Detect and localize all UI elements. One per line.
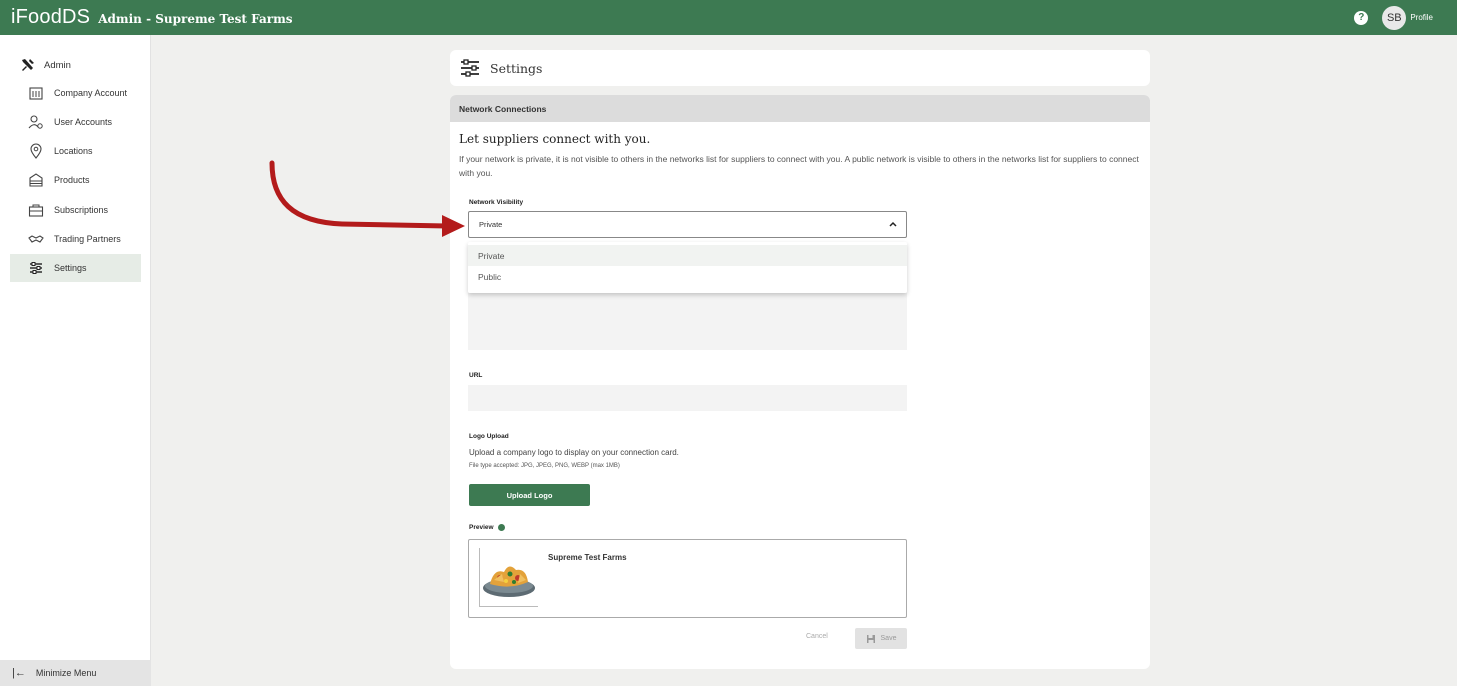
cancel-button[interactable]: Cancel bbox=[806, 633, 828, 640]
sidebar-admin-header[interactable]: Admin bbox=[20, 57, 71, 73]
collapse-left-icon: |← bbox=[12, 667, 26, 679]
description-textarea[interactable] bbox=[468, 293, 907, 350]
top-bar: iFoodDS Admin - Supreme Test Farms ? SB … bbox=[0, 0, 1457, 35]
subscriptions-icon bbox=[28, 202, 44, 218]
preview-logo-image bbox=[479, 548, 538, 607]
location-pin-icon bbox=[28, 143, 44, 159]
sidebar-item-label: Company Account bbox=[54, 88, 128, 98]
intro-text: If your network is private, it is not vi… bbox=[459, 154, 1139, 178]
intro-title: Let suppliers connect with you. bbox=[459, 132, 651, 146]
dropdown-option-private[interactable]: Private bbox=[468, 245, 907, 266]
sidebar-item-products[interactable]: Products bbox=[10, 166, 141, 194]
logo-upload-label: Logo Upload bbox=[469, 433, 509, 440]
sidebar-item-subscriptions[interactable]: Subscriptions bbox=[10, 196, 141, 224]
user-settings-icon bbox=[28, 114, 44, 130]
page-title: Settings bbox=[490, 60, 543, 76]
sidebar-item-locations[interactable]: Locations bbox=[10, 137, 141, 165]
handshake-icon bbox=[28, 231, 44, 247]
app-subtitle: Admin - Supreme Test Farms bbox=[98, 12, 293, 26]
network-visibility-dropdown: Private Public bbox=[468, 242, 907, 293]
dropdown-option-public[interactable]: Public bbox=[468, 266, 907, 287]
sidebar: Admin Company Account User Accounts Loca… bbox=[0, 35, 151, 686]
brand-logo[interactable]: iFoodDS bbox=[11, 6, 90, 29]
sliders-icon bbox=[461, 59, 479, 77]
minimize-menu-label: Minimize Menu bbox=[35, 668, 97, 678]
save-icon bbox=[866, 634, 875, 643]
annotation-arrow-icon bbox=[269, 160, 465, 237]
chevron-up-icon bbox=[889, 221, 897, 227]
network-visibility-select[interactable]: Private bbox=[468, 211, 907, 238]
logo-file-type-note: File type accepted: JPG, JPEG, PNG, WEBP… bbox=[469, 463, 620, 469]
settings-header: Settings bbox=[450, 50, 1150, 86]
sidebar-item-label: Products bbox=[54, 175, 90, 185]
sidebar-item-user-accounts[interactable]: User Accounts bbox=[10, 108, 141, 136]
sliders-icon bbox=[28, 260, 44, 276]
logo-upload-description: Upload a company logo to display on your… bbox=[469, 448, 679, 457]
tools-icon bbox=[22, 59, 34, 71]
sidebar-item-label: Subscriptions bbox=[54, 205, 109, 215]
network-visibility-label: Network Visibility bbox=[469, 199, 524, 206]
connection-card-preview: Supreme Test Farms bbox=[468, 539, 907, 618]
preview-company-name: Supreme Test Farms bbox=[548, 553, 627, 562]
sidebar-item-label: Settings bbox=[54, 263, 87, 273]
section-title: Network Connections bbox=[450, 95, 1150, 122]
upload-logo-button[interactable]: Upload Logo bbox=[469, 484, 590, 506]
url-input[interactable] bbox=[468, 385, 907, 411]
save-button[interactable]: Save bbox=[855, 628, 907, 649]
network-connections-card: Network Connections Let suppliers connec… bbox=[450, 95, 1150, 669]
sidebar-item-label: User Accounts bbox=[54, 117, 113, 127]
products-icon bbox=[28, 172, 44, 188]
sidebar-item-label: Trading Partners bbox=[54, 234, 121, 244]
avatar[interactable]: SB bbox=[1382, 5, 1407, 30]
sidebar-item-settings[interactable]: Settings bbox=[10, 254, 141, 282]
info-icon[interactable] bbox=[498, 524, 506, 531]
sidebar-item-label: Locations bbox=[54, 146, 93, 156]
preview-label: Preview bbox=[469, 524, 494, 532]
sidebar-admin-label: Admin bbox=[44, 59, 71, 71]
building-icon bbox=[28, 85, 44, 101]
profile-link[interactable]: Profile bbox=[1410, 13, 1433, 22]
save-button-label: Save bbox=[880, 635, 897, 642]
sidebar-item-trading-partners[interactable]: Trading Partners bbox=[10, 225, 141, 253]
minimize-menu-button[interactable]: |← Minimize Menu bbox=[0, 660, 151, 686]
url-label: URL bbox=[469, 372, 483, 379]
help-icon[interactable]: ? bbox=[1354, 10, 1369, 25]
preview-heading: Preview bbox=[469, 524, 506, 532]
network-visibility-value: Private bbox=[479, 220, 503, 229]
sidebar-item-company-account[interactable]: Company Account bbox=[10, 79, 141, 107]
